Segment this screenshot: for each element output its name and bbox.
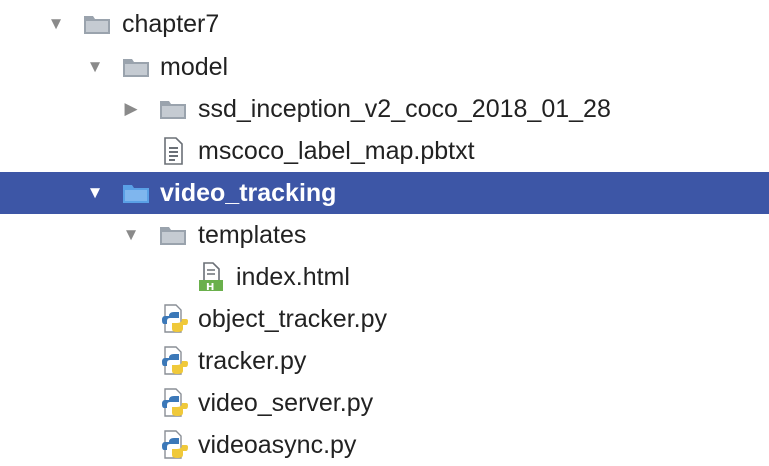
tree-item-label: mscoco_label_map.pbtxt bbox=[198, 137, 475, 165]
folder-icon bbox=[121, 53, 151, 81]
expand-arrow-icon[interactable]: ▼ bbox=[84, 46, 106, 88]
folder-icon bbox=[82, 10, 112, 38]
tree-item-object-tracker-py[interactable]: object_tracker.py bbox=[0, 298, 769, 340]
python-file-icon bbox=[160, 388, 190, 417]
collapse-arrow-icon[interactable]: ▶ bbox=[120, 88, 142, 130]
tree-item-templates[interactable]: ▼ templates bbox=[0, 214, 769, 256]
tree-item-index-html[interactable]: H index.html bbox=[0, 256, 769, 298]
expand-arrow-icon[interactable]: ▼ bbox=[84, 172, 106, 214]
tree-item-mscoco-label-map[interactable]: mscoco_label_map.pbtxt bbox=[0, 130, 769, 172]
tree-item-chapter7[interactable]: ▼ chapter7 bbox=[0, 3, 769, 45]
tree-item-label: object_tracker.py bbox=[198, 305, 387, 333]
folder-icon bbox=[158, 95, 188, 123]
tree-item-label: index.html bbox=[236, 263, 350, 291]
text-file-icon bbox=[158, 137, 188, 165]
html-file-icon: H bbox=[196, 262, 226, 292]
tree-item-label: videoasync.py bbox=[198, 431, 357, 459]
tree-item-label: model bbox=[160, 53, 229, 81]
tree-item-label: video_tracking bbox=[160, 179, 337, 207]
tree-item-videoasync-py[interactable]: videoasync.py bbox=[0, 424, 769, 466]
tree-item-label: ssd_inception_v2_coco_2018_01_28 bbox=[198, 95, 611, 123]
tree-item-video-tracking[interactable]: ▼ video_tracking bbox=[0, 172, 769, 214]
tree-item-ssd-inception-folder[interactable]: ▶ ssd_inception_v2_coco_2018_01_28 bbox=[0, 88, 769, 130]
tree-item-video-server-py[interactable]: video_server.py bbox=[0, 382, 769, 424]
tree-item-tracker-py[interactable]: tracker.py bbox=[0, 340, 769, 382]
python-file-icon bbox=[160, 304, 190, 333]
project-tree: ▼ chapter7 ▼ model ▶ ssd_inception_v2_co… bbox=[0, 0, 769, 462]
folder-icon bbox=[158, 221, 188, 249]
tree-item-model[interactable]: ▼ model bbox=[0, 46, 769, 88]
tree-item-label: templates bbox=[198, 221, 307, 249]
folder-icon bbox=[121, 179, 151, 207]
python-file-icon bbox=[160, 430, 190, 459]
expand-arrow-icon[interactable]: ▼ bbox=[45, 3, 67, 45]
python-file-icon bbox=[160, 346, 190, 375]
tree-item-label: video_server.py bbox=[198, 389, 374, 417]
tree-item-label: tracker.py bbox=[198, 347, 307, 375]
expand-arrow-icon[interactable]: ▼ bbox=[120, 214, 142, 256]
tree-item-label: chapter7 bbox=[122, 10, 220, 38]
svg-text:H: H bbox=[206, 282, 214, 292]
